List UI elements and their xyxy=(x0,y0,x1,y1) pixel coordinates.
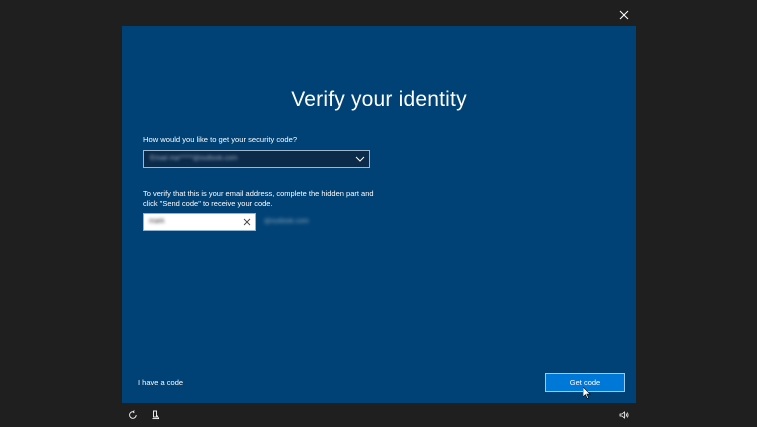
accessibility-icon[interactable] xyxy=(151,410,161,420)
method-label: How would you like to get your security … xyxy=(143,135,298,144)
close-window-button[interactable] xyxy=(614,5,634,25)
verification-method-dropdown[interactable]: Email ma*****@outlook.com xyxy=(143,150,370,168)
have-code-link[interactable]: I have a code xyxy=(138,378,183,387)
dropdown-selected-value: Email ma*****@outlook.com xyxy=(150,155,238,162)
email-field-value: mark xyxy=(149,218,165,225)
mouse-cursor-icon xyxy=(583,387,591,399)
email-field[interactable]: mark xyxy=(143,213,256,231)
chevron-down-icon xyxy=(355,156,365,162)
ease-of-access-icon[interactable] xyxy=(128,410,138,420)
volume-icon[interactable] xyxy=(619,410,629,420)
email-domain-hint: @outlook.com xyxy=(264,218,309,225)
instructions-text: To verify that this is your email addres… xyxy=(143,189,374,208)
clear-icon[interactable] xyxy=(243,218,251,226)
page-title: Verify your identity xyxy=(291,88,467,111)
close-icon xyxy=(619,10,629,20)
